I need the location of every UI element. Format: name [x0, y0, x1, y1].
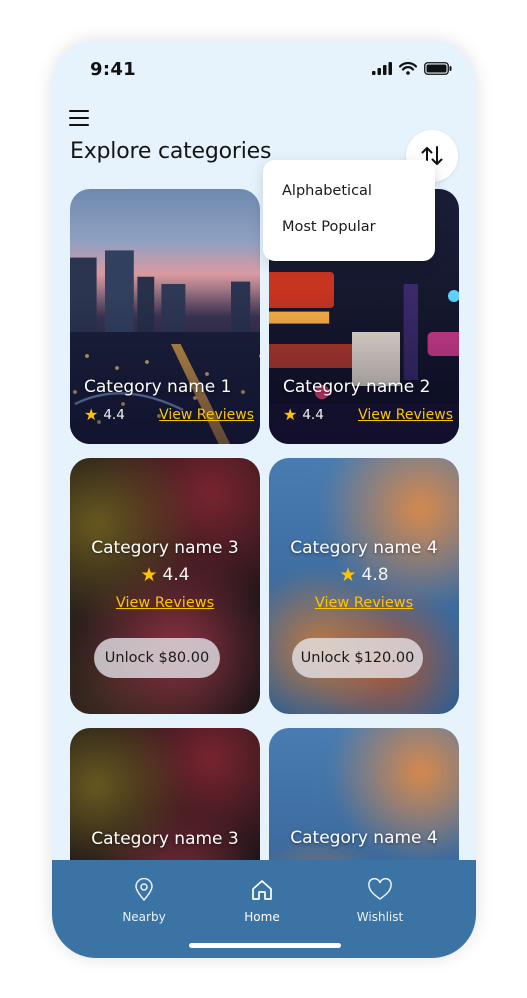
category-card-4[interactable]: Category name 4 ★ 4.8 View Reviews Unloc… [269, 458, 459, 714]
nav-label: Wishlist [356, 910, 404, 924]
view-reviews-link[interactable]: View Reviews [70, 595, 260, 611]
home-icon [252, 880, 272, 900]
signal-icon [372, 62, 392, 75]
card-title: Category name 4 [290, 538, 438, 558]
card-meta: ★ 4.4 View Reviews [84, 405, 254, 424]
star-icon: ★ [339, 564, 357, 586]
heart-icon [368, 877, 392, 900]
unlock-button[interactable]: Unlock $120.00 [292, 638, 423, 678]
nav-label: Home [244, 910, 280, 924]
view-reviews-link[interactable]: View Reviews [269, 595, 459, 611]
card-rating-row: ★ 4.8 [269, 564, 459, 586]
card-title: Category name 2 [283, 377, 431, 397]
nav-label: Nearby [122, 910, 166, 924]
card-rating-row: ★ 4.4 [70, 564, 260, 586]
card-title: Category name 1 [84, 377, 232, 397]
menu-icon[interactable] [69, 110, 89, 126]
card-rating: 4.4 [162, 565, 190, 585]
card-title: Category name 3 [91, 538, 239, 558]
status-bar: 9:41 [52, 40, 476, 96]
card-rating: 4.8 [361, 565, 389, 585]
star-icon: ★ [84, 405, 99, 424]
card-rating: 4.4 [103, 406, 125, 423]
sort-dropdown: Alphabetical Most Popular [263, 160, 435, 261]
card-rating: 4.4 [302, 406, 324, 423]
star-icon: ★ [140, 564, 158, 586]
star-icon: ★ [283, 405, 298, 424]
view-reviews-link[interactable]: View Reviews [358, 407, 453, 423]
card-title: Category name 3 [91, 829, 239, 849]
page-title: Explore categories [70, 139, 272, 164]
status-time: 9:41 [90, 59, 136, 80]
card-meta: ★ 4.4 View Reviews [283, 405, 453, 424]
status-icons [372, 62, 452, 75]
location-pin-icon [135, 877, 153, 902]
home-indicator [189, 943, 341, 948]
card-title: Category name 4 [290, 828, 438, 848]
phone-screen: 9:41 Explore categories Category name 1 … [52, 40, 476, 958]
view-reviews-link[interactable]: View Reviews [159, 407, 254, 423]
category-card-1[interactable]: Category name 1 ★ 4.4 View Reviews [70, 189, 260, 444]
sort-option-most-popular[interactable]: Most Popular [282, 219, 376, 235]
nav-wishlist[interactable]: Wishlist [335, 877, 425, 924]
sort-option-alphabetical[interactable]: Alphabetical [282, 183, 372, 199]
wifi-icon [399, 62, 417, 75]
nav-home[interactable]: Home [217, 878, 307, 924]
nav-nearby[interactable]: Nearby [99, 877, 189, 924]
unlock-button[interactable]: Unlock $80.00 [94, 638, 220, 678]
category-card-3[interactable]: Category name 3 ★ 4.4 View Reviews Unloc… [70, 458, 260, 714]
battery-icon [424, 62, 452, 75]
